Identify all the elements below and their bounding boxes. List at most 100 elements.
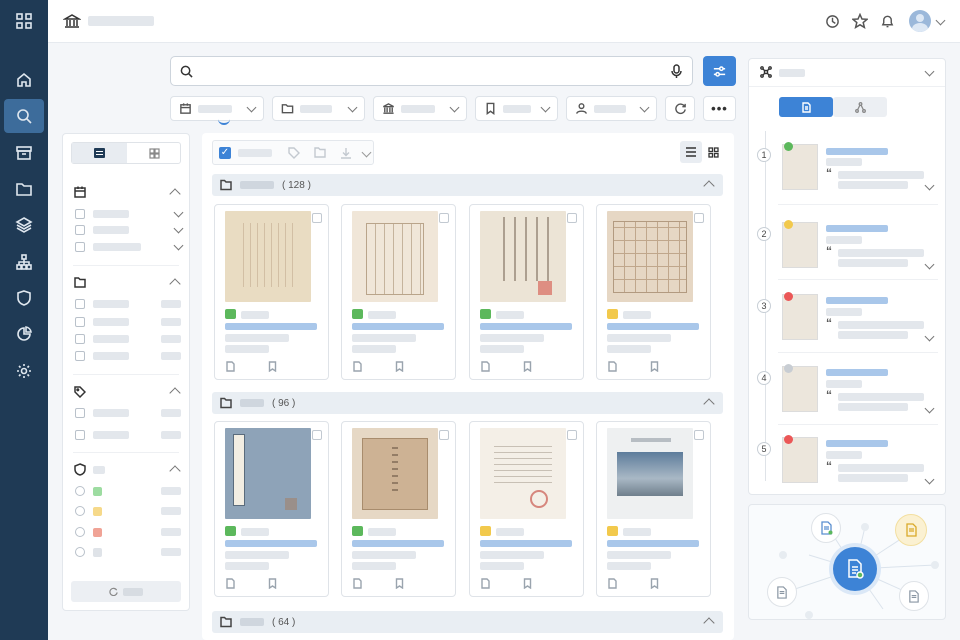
document-card[interactable] <box>341 421 456 597</box>
nav-home[interactable] <box>4 63 44 97</box>
nav-statistics[interactable] <box>4 317 44 351</box>
related-item[interactable]: 3 “ <box>754 292 940 358</box>
nav-folders[interactable] <box>4 172 44 206</box>
expand-chevron[interactable] <box>924 180 935 191</box>
graph-node-document[interactable] <box>899 581 929 611</box>
user-avatar[interactable] <box>909 10 931 32</box>
document-icon[interactable] <box>607 361 618 372</box>
security-level-option[interactable] <box>75 527 181 537</box>
card-checkbox[interactable] <box>312 430 322 440</box>
star-icon[interactable] <box>852 13 868 29</box>
tab-documents[interactable] <box>779 97 833 117</box>
filter-chip-institution[interactable] <box>373 96 467 121</box>
download-icon[interactable] <box>340 147 352 159</box>
tab-graph[interactable] <box>833 97 887 117</box>
nav-security[interactable] <box>4 281 44 315</box>
card-checkbox[interactable] <box>439 213 449 223</box>
document-icon[interactable] <box>352 361 363 372</box>
document-icon[interactable] <box>352 578 363 589</box>
bookmark-icon[interactable] <box>649 578 660 589</box>
graph-node-document[interactable] <box>811 513 841 543</box>
related-item[interactable]: 4 “ <box>754 364 940 430</box>
document-card[interactable] <box>469 204 584 380</box>
expand-chevron[interactable] <box>924 331 935 342</box>
expand-chevron[interactable] <box>924 403 935 414</box>
history-icon[interactable] <box>825 14 840 29</box>
list-layout-button[interactable] <box>680 141 702 163</box>
grid-view-toggle[interactable] <box>127 143 182 163</box>
facet-option[interactable] <box>75 299 181 309</box>
bookmark-icon[interactable] <box>267 578 278 589</box>
facet-option[interactable] <box>75 430 181 440</box>
security-level-option[interactable] <box>75 547 181 557</box>
relation-graph[interactable] <box>748 504 946 620</box>
folder-icon[interactable] <box>314 147 326 158</box>
card-checkbox[interactable] <box>567 213 577 223</box>
card-checkbox[interactable] <box>694 430 704 440</box>
facet-option[interactable] <box>75 240 184 252</box>
select-all-checkbox[interactable]: ✓ <box>219 147 231 159</box>
related-item[interactable]: 2 “ <box>754 220 940 286</box>
card-checkbox[interactable] <box>694 213 704 223</box>
security-level-option[interactable] <box>75 486 181 496</box>
nav-search[interactable] <box>4 99 44 133</box>
tag-icon[interactable] <box>288 147 300 159</box>
related-item[interactable]: 5 “ <box>754 435 940 501</box>
bell-icon[interactable] <box>880 13 895 29</box>
grid-layout-button[interactable] <box>704 141 722 163</box>
nav-settings[interactable] <box>4 354 44 388</box>
user-menu-chevron[interactable] <box>935 15 946 26</box>
document-card[interactable] <box>214 421 329 597</box>
advanced-filter-button[interactable] <box>703 56 736 86</box>
graph-node-selected[interactable] <box>833 547 877 591</box>
facet-option[interactable] <box>75 351 181 361</box>
nav-layers[interactable] <box>4 208 44 242</box>
list-view-toggle[interactable] <box>72 143 127 163</box>
related-item[interactable]: 1 “ <box>754 142 940 208</box>
document-icon[interactable] <box>225 361 236 372</box>
filter-chip-date[interactable] <box>170 96 264 121</box>
bookmark-icon[interactable] <box>394 578 405 589</box>
group-header[interactable]: ( 128 ) <box>212 174 723 196</box>
security-level-option[interactable] <box>75 506 181 516</box>
facet-option[interactable] <box>75 334 181 344</box>
apps-grid-button[interactable] <box>4 4 44 38</box>
document-card[interactable] <box>469 421 584 597</box>
document-icon[interactable] <box>607 578 618 589</box>
facet-option[interactable] <box>75 207 184 219</box>
group-header[interactable]: ( 64 ) <box>212 611 723 633</box>
document-card[interactable] <box>341 204 456 380</box>
filter-chip-folder[interactable] <box>272 96 365 121</box>
card-checkbox[interactable] <box>567 430 577 440</box>
nav-hierarchy[interactable] <box>4 245 44 279</box>
document-icon[interactable] <box>225 578 236 589</box>
bookmark-icon[interactable] <box>267 361 278 372</box>
microphone-icon[interactable] <box>671 64 682 79</box>
bookmark-icon[interactable] <box>522 361 533 372</box>
search-input[interactable] <box>170 56 693 86</box>
graph-node-document[interactable] <box>767 577 797 607</box>
expand-chevron[interactable] <box>924 474 935 485</box>
refresh-button[interactable] <box>665 96 695 121</box>
reset-filters-button[interactable] <box>71 581 181 602</box>
card-checkbox[interactable] <box>312 213 322 223</box>
document-icon[interactable] <box>480 578 491 589</box>
filter-chip-bookmark[interactable] <box>475 96 558 121</box>
nav-archive[interactable] <box>4 136 44 170</box>
panel-collapse-chevron[interactable] <box>924 66 935 77</box>
more-options-button[interactable]: ••• <box>703 96 736 121</box>
graph-node-document[interactable] <box>895 514 927 546</box>
group-header[interactable]: ( 96 ) <box>212 392 723 414</box>
facet-option[interactable] <box>75 408 181 418</box>
document-card[interactable] <box>214 204 329 380</box>
facet-option[interactable] <box>75 223 184 235</box>
bookmark-icon[interactable] <box>649 361 660 372</box>
document-card[interactable] <box>596 204 711 380</box>
document-card[interactable] <box>596 421 711 597</box>
expand-chevron[interactable] <box>924 259 935 270</box>
facet-option[interactable] <box>75 317 181 327</box>
document-icon[interactable] <box>480 361 491 372</box>
filter-chip-person[interactable] <box>566 96 657 121</box>
bookmark-icon[interactable] <box>394 361 405 372</box>
card-checkbox[interactable] <box>439 430 449 440</box>
